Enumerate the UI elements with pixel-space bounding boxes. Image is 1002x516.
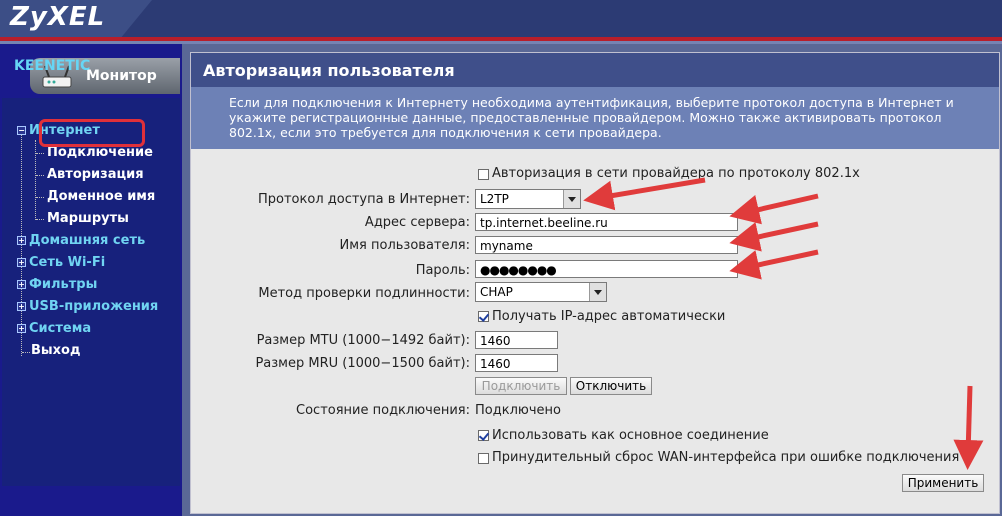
sidebar-item-filters[interactable]: + Фильтры bbox=[17, 277, 97, 292]
auth-8021x-label: Авторизация в сети провайдера по протоко… bbox=[492, 166, 860, 181]
sidebar-item-connection[interactable]: Подключение bbox=[47, 145, 153, 160]
protocol-select[interactable]: L2TP bbox=[475, 189, 581, 209]
selection-highlight bbox=[39, 119, 145, 147]
page-description: Если для подключения к Интернету необход… bbox=[229, 95, 954, 140]
server-label: Адрес сервера: bbox=[364, 215, 470, 230]
expand-icon[interactable]: + bbox=[17, 324, 26, 333]
server-input[interactable]: tp.internet.beeline.ru bbox=[475, 213, 738, 231]
collapse-icon[interactable]: − bbox=[17, 126, 26, 135]
sidebar-item-label: Фильтры bbox=[29, 277, 98, 292]
tree-line bbox=[36, 153, 44, 154]
dropdown-arrow-icon[interactable] bbox=[589, 283, 606, 301]
monitor-label: Монитор bbox=[86, 68, 157, 84]
sidebar-item-domain-name[interactable]: Доменное имя bbox=[47, 189, 155, 204]
sidebar-item-exit[interactable]: Выход bbox=[31, 343, 80, 358]
zyxel-logo: ZyXEL bbox=[10, 2, 106, 32]
password-label: Пароль: bbox=[415, 263, 470, 278]
sidebar-item-label: Домашняя сеть bbox=[29, 233, 146, 248]
mtu-label: Размер MTU (1000−1492 байт): bbox=[256, 333, 470, 348]
username-label: Имя пользователя: bbox=[339, 238, 470, 253]
primary-connection-label: Использовать как основное соединение bbox=[492, 428, 769, 443]
sidebar-item-system[interactable]: + Система bbox=[17, 321, 91, 336]
apply-button[interactable]: Применить bbox=[902, 474, 984, 492]
sidebar-item-label: Сеть Wi-Fi bbox=[29, 255, 106, 270]
status-value: Подключено bbox=[475, 403, 561, 418]
top-bar: ZyXEL bbox=[0, 0, 1002, 37]
tree-line bbox=[36, 219, 44, 220]
description-bar: Если для подключения к Интернету необход… bbox=[191, 87, 999, 149]
sidebar-item-usb-apps[interactable]: + USB-приложения bbox=[17, 299, 158, 314]
username-input[interactable]: myname bbox=[475, 236, 738, 254]
disconnect-button[interactable]: Отключить bbox=[570, 377, 652, 395]
auth-8021x-checkbox[interactable] bbox=[478, 169, 489, 180]
tree-line bbox=[36, 175, 44, 176]
force-reset-checkbox[interactable] bbox=[478, 453, 489, 464]
auth-method-value: CHAP bbox=[480, 285, 513, 299]
mru-label: Размер MRU (1000−1500 байт): bbox=[255, 356, 470, 371]
password-input[interactable]: ●●●●●●●● bbox=[475, 260, 738, 278]
status-label: Состояние подключения: bbox=[296, 403, 470, 418]
auto-ip-label: Получать IP-адрес автоматически bbox=[492, 309, 726, 324]
tree-line bbox=[35, 140, 36, 220]
brand-label: KEENETIC bbox=[14, 58, 91, 74]
mru-input[interactable]: 1460 bbox=[475, 354, 558, 372]
expand-icon[interactable]: + bbox=[17, 258, 26, 267]
main-panel: Авторизация пользователя Если для подклю… bbox=[190, 52, 1000, 514]
sidebar-item-wifi[interactable]: + Сеть Wi-Fi bbox=[17, 255, 105, 270]
sidebar-item-home-network[interactable]: + Домашняя сеть bbox=[17, 233, 145, 248]
dropdown-arrow-icon[interactable] bbox=[563, 190, 580, 208]
tree-line bbox=[36, 197, 44, 198]
expand-icon[interactable]: + bbox=[17, 302, 26, 311]
protocol-label: Протокол доступа в Интернет: bbox=[258, 192, 470, 207]
page-title: Авторизация пользователя bbox=[203, 61, 455, 80]
sidebar-item-label: Система bbox=[29, 321, 92, 336]
expand-icon[interactable]: + bbox=[17, 236, 26, 245]
mtu-input[interactable]: 1460 bbox=[475, 331, 558, 349]
expand-icon[interactable]: + bbox=[17, 280, 26, 289]
connect-button[interactable]: Подключить bbox=[475, 377, 567, 395]
primary-connection-checkbox[interactable] bbox=[478, 430, 489, 441]
auth-method-label: Метод проверки подлинности: bbox=[258, 286, 470, 301]
auto-ip-checkbox[interactable] bbox=[478, 311, 489, 322]
auth-method-select[interactable]: CHAP bbox=[475, 282, 607, 302]
sidebar-item-label: USB-приложения bbox=[29, 299, 159, 314]
sidebar-item-routes[interactable]: Маршруты bbox=[47, 211, 129, 226]
title-bar: Авторизация пользователя bbox=[191, 53, 999, 87]
force-reset-label: Принудительный сброс WAN-интерфейса при … bbox=[492, 450, 960, 465]
protocol-value: L2TP bbox=[480, 192, 509, 206]
tree-line bbox=[22, 352, 30, 353]
sidebar-item-authorization[interactable]: Авторизация bbox=[47, 167, 144, 182]
